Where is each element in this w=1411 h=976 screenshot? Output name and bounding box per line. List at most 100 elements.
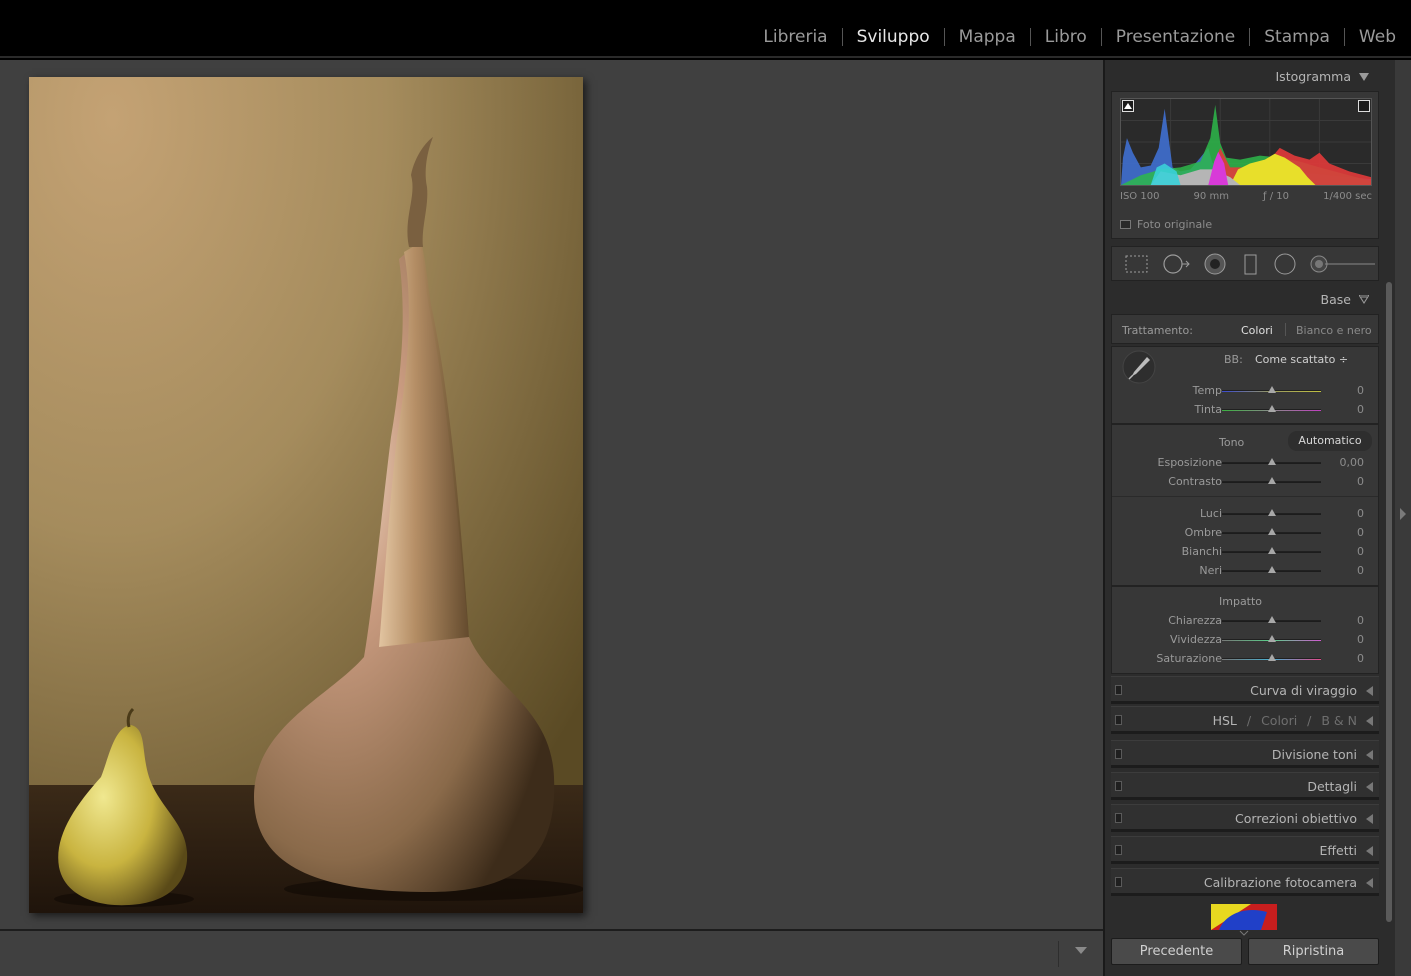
original-photo-label: Foto originale bbox=[1137, 218, 1213, 231]
slider-value[interactable]: 0 bbox=[1357, 475, 1364, 488]
panel-enable-switch[interactable] bbox=[1115, 749, 1122, 759]
panel-title: Dettagli bbox=[1307, 779, 1357, 794]
slider-value[interactable]: 0 bbox=[1357, 545, 1364, 558]
auto-tone-button[interactable]: Automatico bbox=[1288, 431, 1372, 451]
tone-block: Tono Automatico Esposizione 0,00 Contras… bbox=[1111, 424, 1379, 586]
radial-filter-icon[interactable] bbox=[1273, 253, 1297, 275]
hsl-panel-header[interactable]: HSL / Colori / B & N bbox=[1111, 706, 1379, 734]
scrollbar-thumb[interactable] bbox=[1386, 282, 1392, 922]
effects-panel-header[interactable]: Effetti bbox=[1111, 836, 1379, 864]
expand-triangle-icon[interactable] bbox=[1366, 814, 1373, 824]
slider-temp[interactable]: Temp 0 bbox=[1112, 382, 1380, 400]
slider-label: Bianchi bbox=[1181, 545, 1222, 558]
lens-corrections-panel-header[interactable]: Correzioni obiettivo bbox=[1111, 804, 1379, 832]
spot-removal-icon[interactable] bbox=[1162, 253, 1192, 275]
expand-triangle-icon[interactable] bbox=[1366, 878, 1373, 888]
slider-thumb[interactable] bbox=[1267, 386, 1276, 393]
panel-toggle-arrow-icon[interactable] bbox=[1400, 508, 1406, 520]
slider-value[interactable]: 0 bbox=[1357, 507, 1364, 520]
slider-thumb[interactable] bbox=[1267, 566, 1276, 573]
module-web[interactable]: Web bbox=[1345, 24, 1411, 50]
slider-value[interactable]: 0 bbox=[1357, 652, 1364, 665]
slider-blacks[interactable]: Neri 0 bbox=[1112, 562, 1380, 580]
panel-title: Correzioni obiettivo bbox=[1235, 811, 1357, 826]
expand-triangle-icon[interactable] bbox=[1366, 750, 1373, 760]
collapse-triangle-icon[interactable] bbox=[1359, 72, 1369, 81]
right-panel-edge[interactable] bbox=[1395, 60, 1411, 976]
slider-exposure[interactable]: Esposizione 0,00 bbox=[1112, 454, 1380, 472]
slider-tint[interactable]: Tinta 0 bbox=[1112, 401, 1380, 419]
slider-value[interactable]: 0 bbox=[1357, 633, 1364, 646]
expand-triangle-icon[interactable] bbox=[1366, 846, 1373, 856]
wb-preset-select[interactable]: Come scattato ÷ bbox=[1255, 353, 1348, 366]
module-develop[interactable]: Sviluppo bbox=[843, 24, 944, 50]
slider-value[interactable]: 0,00 bbox=[1340, 456, 1365, 469]
slider-thumb[interactable] bbox=[1267, 477, 1276, 484]
image-canvas[interactable] bbox=[0, 60, 1103, 929]
clipping-highlights-toggle[interactable] bbox=[1358, 100, 1370, 112]
slider-whites[interactable]: Bianchi 0 bbox=[1112, 543, 1380, 561]
slider-contrast[interactable]: Contrasto 0 bbox=[1112, 473, 1380, 491]
original-photo-checkbox[interactable] bbox=[1120, 220, 1131, 229]
slider-value[interactable]: 0 bbox=[1357, 403, 1364, 416]
panel-enable-switch[interactable] bbox=[1115, 813, 1122, 823]
bw-tab[interactable]: B & N bbox=[1321, 713, 1357, 728]
treatment-color-option[interactable]: Colori bbox=[1241, 324, 1273, 337]
camera-calibration-panel-header[interactable]: Calibrazione fotocamera bbox=[1111, 868, 1379, 896]
module-book[interactable]: Libro bbox=[1031, 24, 1101, 50]
slider-value[interactable]: 0 bbox=[1357, 614, 1364, 627]
panel-enable-switch[interactable] bbox=[1115, 845, 1122, 855]
slider-thumb[interactable] bbox=[1267, 547, 1276, 554]
histogram-header[interactable]: Istogramma bbox=[1276, 69, 1369, 84]
expand-triangle-icon[interactable] bbox=[1366, 686, 1373, 696]
slider-value[interactable]: 0 bbox=[1357, 384, 1364, 397]
tab-separator: / bbox=[1307, 713, 1312, 728]
adjustment-brush-icon[interactable] bbox=[1309, 253, 1378, 275]
clipping-shadows-toggle[interactable] bbox=[1122, 100, 1134, 112]
module-library[interactable]: Libreria bbox=[749, 24, 841, 50]
basic-panel-header[interactable]: Base bbox=[1321, 292, 1369, 307]
slider-thumb[interactable] bbox=[1267, 654, 1276, 661]
red-eye-icon[interactable] bbox=[1203, 253, 1227, 275]
tone-label: Tono bbox=[1219, 436, 1245, 449]
expand-triangle-icon[interactable] bbox=[1366, 716, 1373, 726]
expand-triangle-icon[interactable] bbox=[1366, 782, 1373, 792]
module-slideshow[interactable]: Presentazione bbox=[1102, 24, 1249, 50]
slider-highlights[interactable]: Luci 0 bbox=[1112, 505, 1380, 523]
slider-thumb[interactable] bbox=[1267, 616, 1276, 623]
slider-vibrance[interactable]: Vividezza 0 bbox=[1112, 631, 1380, 649]
reset-button[interactable]: Ripristina bbox=[1248, 938, 1379, 965]
detail-panel-header[interactable]: Dettagli bbox=[1111, 772, 1379, 800]
treatment-bw-option[interactable]: Bianco e nero bbox=[1296, 324, 1372, 337]
panel-enable-switch[interactable] bbox=[1115, 715, 1122, 725]
panel-enable-switch[interactable] bbox=[1115, 877, 1122, 887]
collapse-triangle-icon[interactable] bbox=[1359, 295, 1369, 304]
panel-scrollbar[interactable] bbox=[1383, 60, 1395, 976]
color-tab[interactable]: Colori bbox=[1261, 713, 1297, 728]
slider-shadows[interactable]: Ombre 0 bbox=[1112, 524, 1380, 542]
original-photo-toggle[interactable]: Foto originale bbox=[1120, 218, 1212, 231]
slider-value[interactable]: 0 bbox=[1357, 526, 1364, 539]
photo-preview[interactable] bbox=[29, 77, 583, 913]
slider-saturation[interactable]: Saturazione 0 bbox=[1112, 650, 1380, 668]
crop-overlay-icon[interactable] bbox=[1124, 253, 1150, 275]
slider-thumb[interactable] bbox=[1267, 405, 1276, 412]
split-toning-panel-header[interactable]: Divisione toni bbox=[1111, 740, 1379, 768]
panel-enable-switch[interactable] bbox=[1115, 685, 1122, 695]
hsl-tab[interactable]: HSL bbox=[1213, 713, 1237, 728]
graduated-filter-icon[interactable] bbox=[1239, 253, 1261, 275]
slider-clarity[interactable]: Chiarezza 0 bbox=[1112, 612, 1380, 630]
slider-thumb[interactable] bbox=[1267, 635, 1276, 642]
slider-thumb[interactable] bbox=[1267, 458, 1276, 465]
slider-thumb[interactable] bbox=[1267, 528, 1276, 535]
histogram-graph[interactable] bbox=[1120, 98, 1372, 186]
white-balance-eyedropper-icon[interactable] bbox=[1122, 350, 1156, 384]
previous-button[interactable]: Precedente bbox=[1111, 938, 1242, 965]
panel-enable-switch[interactable] bbox=[1115, 781, 1122, 791]
tone-curve-panel-header[interactable]: Curva di viraggio bbox=[1111, 676, 1379, 704]
slider-value[interactable]: 0 bbox=[1357, 564, 1364, 577]
module-print[interactable]: Stampa bbox=[1250, 24, 1344, 50]
slider-thumb[interactable] bbox=[1267, 509, 1276, 516]
toolbar-menu-chevron-down-icon[interactable] bbox=[1075, 947, 1087, 954]
module-map[interactable]: Mappa bbox=[945, 24, 1030, 50]
